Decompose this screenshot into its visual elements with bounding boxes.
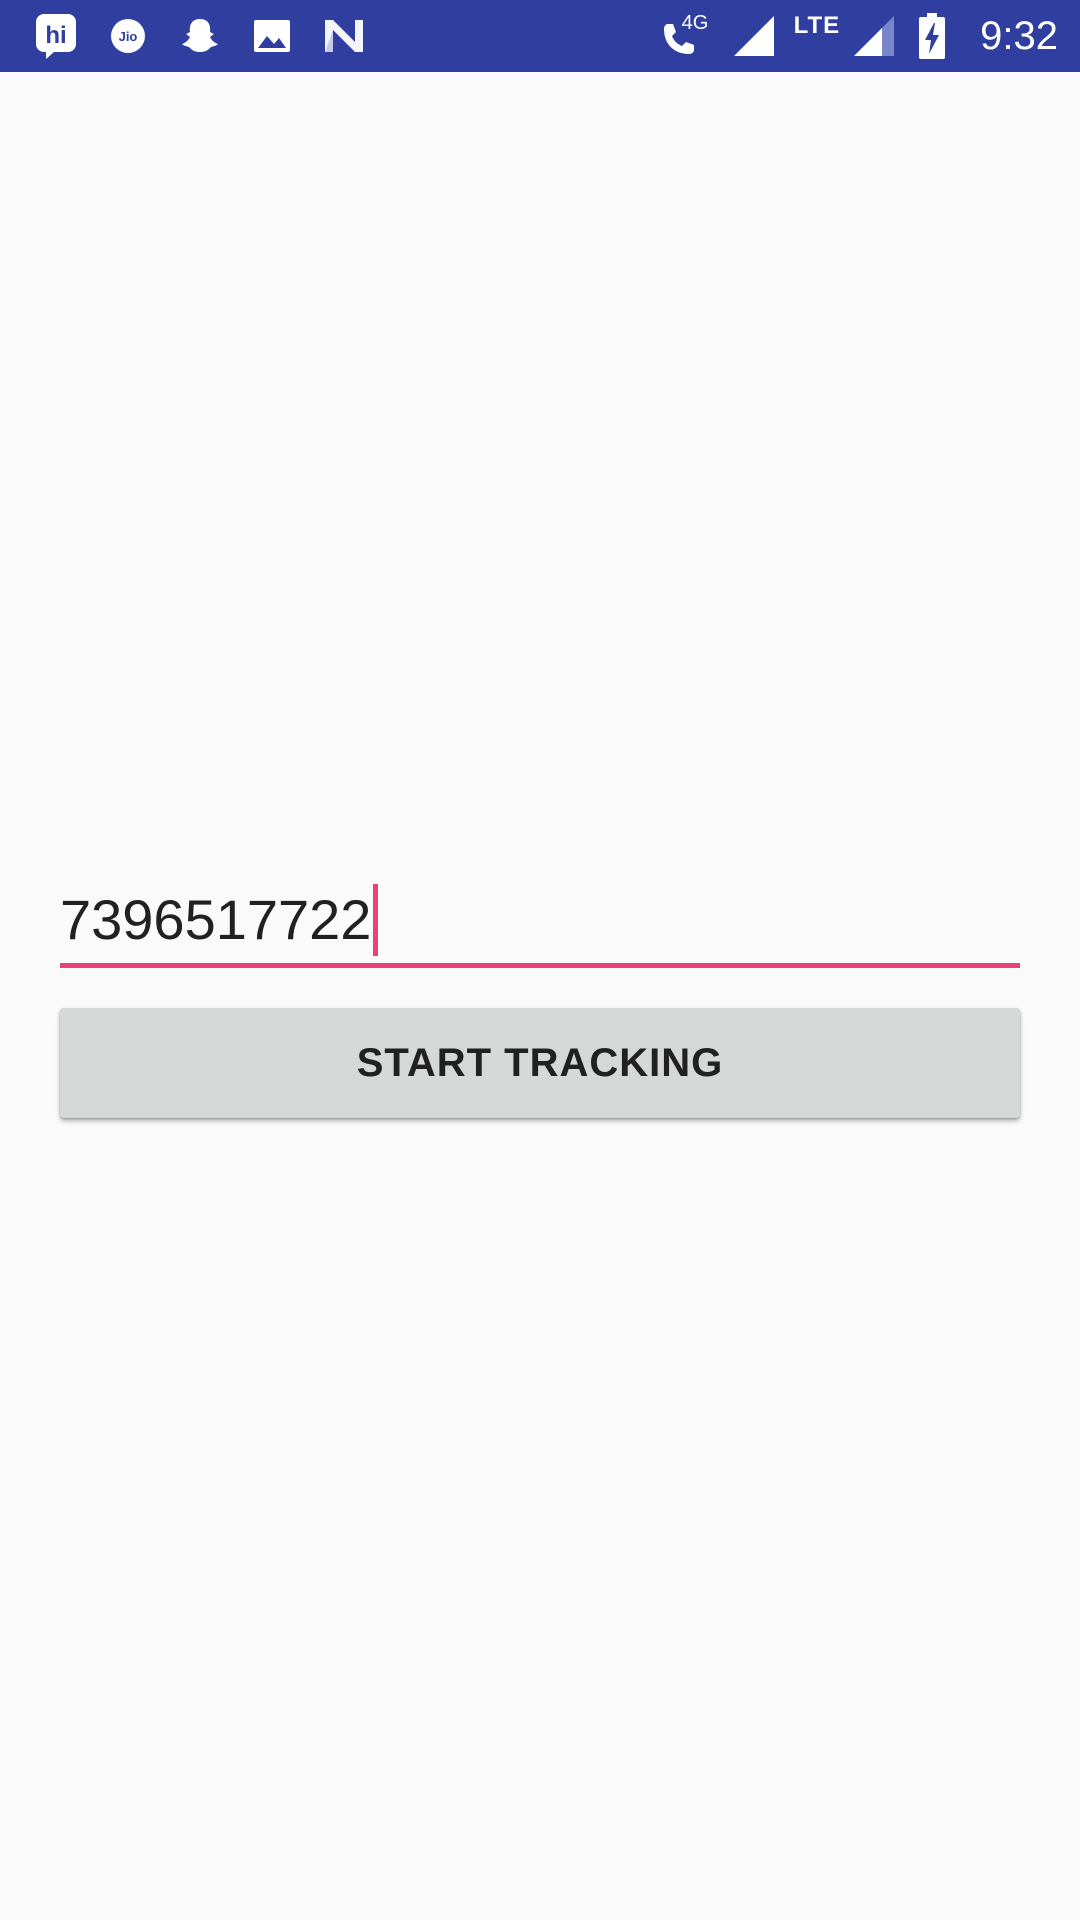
- jio-icon: Jio: [104, 12, 152, 60]
- system-icons: 4G LTE 9:32: [658, 0, 1058, 72]
- text-cursor: [373, 884, 379, 956]
- svg-text:Jio: Jio: [119, 29, 138, 44]
- phone-number-input[interactable]: 7396517722: [60, 880, 1020, 968]
- start-tracking-label: START TRACKING: [356, 1040, 724, 1085]
- snapchat-icon: [176, 12, 224, 60]
- phone-number-value[interactable]: 7396517722: [60, 892, 371, 948]
- input-underline: [60, 963, 1020, 968]
- gallery-icon: [248, 12, 296, 60]
- network-type-label: LTE: [793, 12, 841, 39]
- n-app-icon: [320, 12, 368, 60]
- call-network-label: 4G: [681, 12, 709, 34]
- notification-icons: hi Jio: [32, 0, 392, 72]
- start-tracking-button[interactable]: START TRACKING: [60, 1008, 1020, 1118]
- clock: 9:32: [980, 13, 1058, 58]
- hike-icon: hi: [32, 12, 80, 60]
- svg-text:hi: hi: [45, 22, 66, 49]
- battery-charging-icon: [914, 12, 950, 60]
- status-bar: hi Jio 4G LTE 9:32: [0, 0, 1080, 72]
- volte-call-icon: 4G: [658, 12, 714, 60]
- phone-number-value-row[interactable]: 7396517722: [60, 880, 379, 960]
- signal-icon: [730, 12, 778, 60]
- signal-weak-icon: [850, 12, 898, 60]
